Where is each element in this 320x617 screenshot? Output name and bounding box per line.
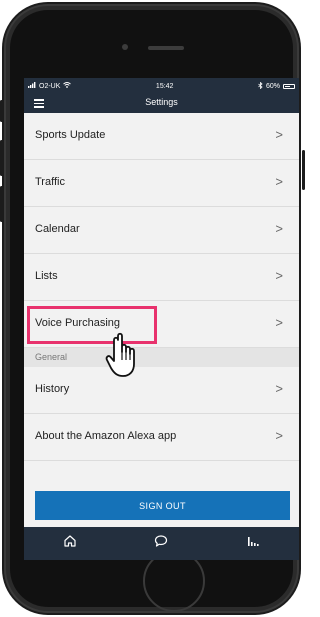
pointer-hand-icon [104, 330, 148, 380]
settings-list: Sports Update > Traffic > Calendar > Lis… [24, 113, 299, 461]
chevron-right-icon: > [275, 174, 283, 189]
settings-item-label: Calendar [35, 223, 80, 235]
settings-item-history[interactable]: History > [24, 367, 299, 414]
settings-item-label: Traffic [35, 176, 65, 188]
settings-item-about-app[interactable]: About the Amazon Alexa app > [24, 414, 299, 461]
chevron-right-icon: > [275, 381, 283, 396]
chevron-right-icon: > [275, 221, 283, 236]
bottom-tab-bar [24, 527, 299, 560]
tab-home[interactable] [50, 532, 90, 556]
settings-item-label: About the Amazon Alexa app [35, 430, 177, 442]
settings-item-calendar[interactable]: Calendar > [24, 207, 299, 254]
camera-icon [122, 44, 128, 50]
settings-item-lists[interactable]: Lists > [24, 254, 299, 301]
signal-icon [28, 82, 36, 90]
speaker-grille [148, 46, 184, 50]
wifi-icon [63, 82, 72, 90]
status-bar: O2-UK 15:42 60% [24, 78, 299, 94]
tab-activity[interactable] [233, 532, 273, 556]
sign-out-button[interactable]: SIGN OUT [35, 491, 290, 520]
settings-item-label: Sports Update [35, 129, 106, 141]
volume-down-button [0, 186, 3, 222]
chevron-right-icon: > [275, 428, 283, 443]
settings-item-label: History [35, 383, 70, 395]
status-time: 15:42 [155, 82, 174, 90]
chat-bubble-icon [154, 534, 168, 553]
section-header-general: General [24, 348, 299, 367]
bluetooth-icon [258, 81, 263, 91]
battery-icon [282, 83, 295, 89]
page-title: Settings [145, 97, 178, 107]
settings-item-sports-update[interactable]: Sports Update > [24, 113, 299, 160]
chevron-right-icon: > [275, 268, 283, 283]
settings-item-label: Lists [35, 270, 58, 282]
home-icon [63, 534, 77, 553]
app-header: Settings [24, 94, 299, 113]
chevron-right-icon: > [275, 127, 283, 142]
chevron-right-icon: > [275, 315, 283, 330]
mute-switch [0, 100, 3, 122]
settings-item-traffic[interactable]: Traffic > [24, 160, 299, 207]
activity-bars-icon [246, 534, 260, 553]
tab-communicate[interactable] [141, 532, 181, 556]
power-button [302, 150, 305, 190]
app-screen: O2-UK 15:42 60% Settings Sports Update >… [24, 78, 299, 527]
volume-up-button [0, 140, 3, 176]
section-label: General [35, 352, 68, 362]
carrier-name: O2-UK [39, 82, 61, 90]
battery-percent: 60% [265, 82, 280, 90]
